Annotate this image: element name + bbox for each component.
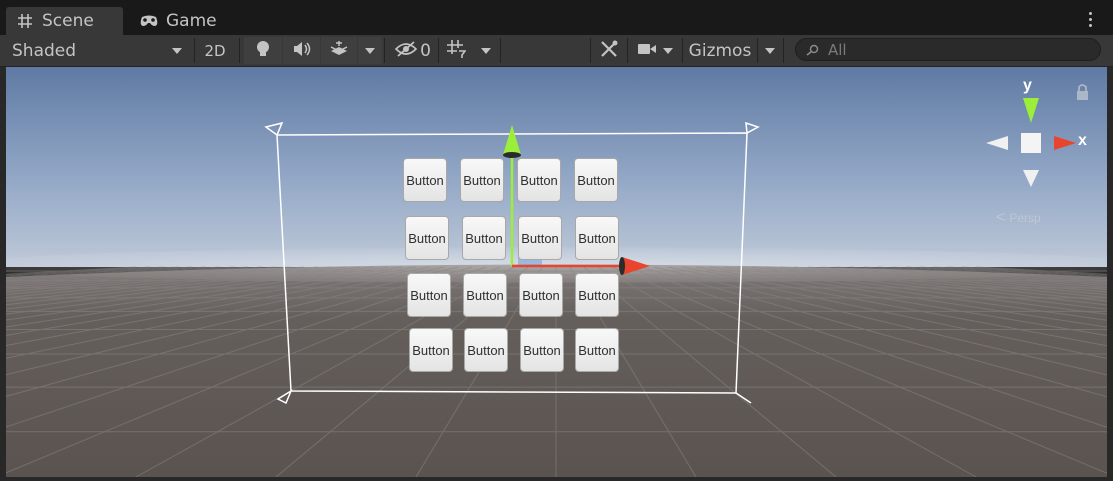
gizmos-dropdown-button[interactable]	[759, 37, 781, 64]
effects-dropdown-button[interactable]	[358, 37, 382, 64]
ui-button[interactable]: Button	[462, 216, 506, 260]
divider	[757, 38, 758, 63]
ui-button[interactable]: Button	[575, 328, 619, 372]
2d-toggle-button[interactable]: 2D	[198, 37, 232, 64]
audio-toggle-button[interactable]	[283, 37, 320, 64]
eye-slash-icon	[394, 40, 418, 61]
ui-button[interactable]: Button	[409, 328, 453, 372]
search-icon	[806, 44, 820, 56]
tab-label: Game	[166, 11, 217, 31]
divider	[682, 38, 683, 63]
ui-button[interactable]: Button	[517, 158, 561, 202]
chevron-down-icon	[481, 47, 491, 54]
chevron-down-icon	[365, 47, 375, 54]
ui-button[interactable]: Button	[407, 273, 451, 317]
ui-button[interactable]: Button	[460, 158, 504, 202]
projection-toggle[interactable]: < Persp	[996, 209, 1041, 227]
effects-layers-icon	[329, 40, 349, 62]
scene-viewport[interactable]: Button Button Button Button Button Button Butt…	[6, 67, 1107, 477]
gizmos-label: Gizmos	[688, 40, 752, 61]
speaker-icon	[292, 41, 312, 61]
lightbulb-icon	[256, 40, 270, 62]
effects-toggle-button[interactable]	[321, 37, 357, 64]
camera-icon	[637, 42, 657, 60]
ui-button[interactable]: Button	[405, 216, 449, 260]
chevron-left-icon: <	[996, 209, 1006, 226]
ui-button[interactable]: Button	[519, 273, 563, 317]
draw-mode-dropdown[interactable]: Shaded	[6, 37, 188, 64]
divider	[438, 38, 439, 63]
more-options-icon[interactable]	[1089, 10, 1095, 30]
projection-label: Persp	[1009, 211, 1041, 225]
2d-label: 2D	[204, 41, 226, 60]
ui-button[interactable]: Button	[575, 216, 619, 260]
axis-label-y: y	[1023, 77, 1032, 94]
hidden-objects-toggle[interactable]: 0	[388, 37, 438, 64]
scene-toolbar: Shaded 2D 0 Gizmos All	[0, 35, 1113, 67]
tab-bar: Scene Game	[0, 0, 1113, 35]
tab-game[interactable]: Game	[130, 7, 240, 35]
ui-button[interactable]: Button	[464, 328, 508, 372]
grid-toggle-button[interactable]	[441, 37, 471, 64]
ui-button[interactable]: Button	[403, 158, 447, 202]
chevron-down-icon	[765, 47, 775, 54]
hash-icon	[14, 13, 36, 29]
scene-background	[6, 67, 1107, 477]
gamepad-icon	[138, 14, 160, 28]
tools-icon	[599, 39, 619, 63]
chevron-down-icon	[172, 47, 182, 54]
divider	[500, 38, 501, 63]
ui-button[interactable]: Button	[574, 158, 618, 202]
tab-scene[interactable]: Scene	[6, 7, 123, 35]
axis-label-x: x	[1078, 132, 1087, 149]
divider	[239, 38, 240, 63]
chevron-down-icon	[663, 47, 673, 54]
divider	[627, 38, 628, 63]
divider	[384, 38, 385, 63]
hidden-count: 0	[420, 40, 431, 61]
divider	[783, 38, 784, 63]
search-field[interactable]: All	[795, 38, 1101, 61]
grid-icon	[446, 39, 467, 63]
ui-button[interactable]: Button	[520, 328, 564, 372]
ui-button[interactable]: Button	[463, 273, 507, 317]
scene-window: Scene Game Shaded 2D 0 Gizmos All Button…	[0, 0, 1113, 481]
camera-settings-button[interactable]	[630, 37, 680, 64]
lighting-toggle-button[interactable]	[244, 37, 282, 64]
divider	[590, 38, 591, 63]
divider	[194, 38, 195, 63]
search-placeholder: All	[828, 40, 847, 59]
gizmos-button[interactable]: Gizmos	[684, 37, 756, 64]
tab-label: Scene	[42, 11, 94, 31]
draw-mode-label: Shaded	[12, 40, 77, 61]
ui-button[interactable]: Button	[518, 216, 562, 260]
ui-button[interactable]: Button	[575, 273, 619, 317]
grid-dropdown-button[interactable]	[474, 37, 498, 64]
tools-button[interactable]	[594, 37, 624, 64]
